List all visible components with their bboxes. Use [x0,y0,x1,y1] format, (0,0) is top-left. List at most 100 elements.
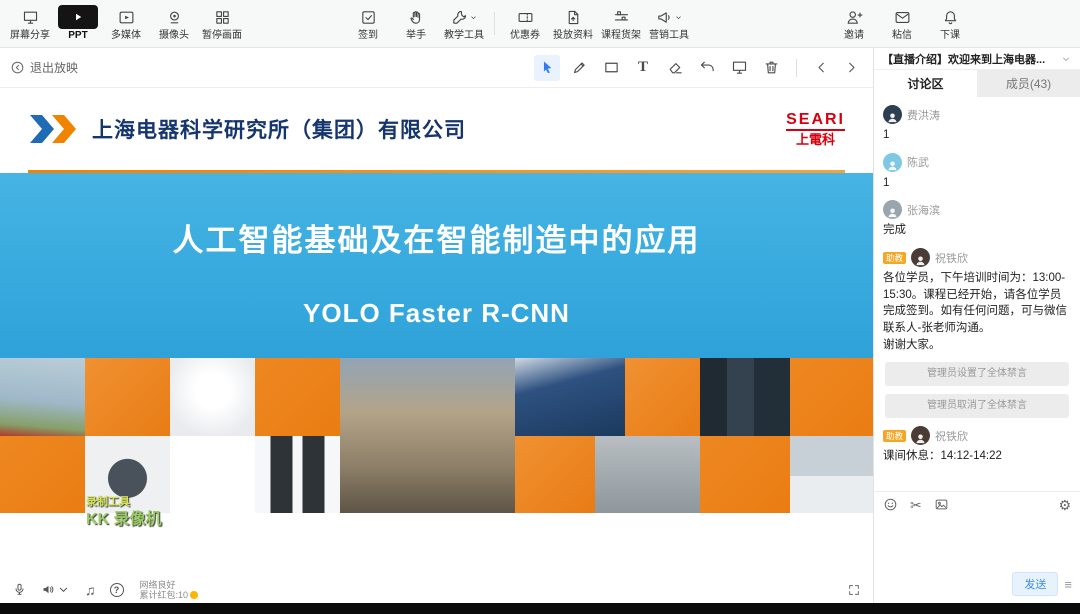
materials-icon [565,6,582,28]
multimedia-button[interactable]: 多媒体 [102,0,150,47]
person-icon [886,159,899,172]
seari-logo: SEARI 上電科 [786,111,845,148]
board-icon [731,59,748,76]
test-chamber-photo [595,436,700,513]
connection-info: 网络良好 累计红包:10 [140,580,199,600]
rectangle-icon [603,59,620,76]
sticky-message-label: 粘信 [892,30,912,41]
materials-label: 投放资料 [553,30,593,41]
electrical-equipment-photo [700,358,790,436]
chat-settings-button[interactable]: ⚙ [1058,498,1071,512]
top-toolbar: 屏幕分享 PPT 多媒体 摄像头 暂停画面 签到 [0,0,1080,48]
solar-panel-photo [515,358,625,436]
delete-annotation-tool[interactable] [758,55,784,81]
eraser-tool[interactable] [662,55,688,81]
coupon-label: 优惠券 [510,30,540,41]
music-button[interactable]: ♫ [85,583,96,597]
live-class-window: 屏幕分享 PPT 多媒体 摄像头 暂停画面 签到 [0,0,1080,614]
assistant-badge: 助教 [883,252,906,264]
exit-presentation-label: 退出放映 [30,59,78,76]
raise-hand-button[interactable]: 举手 [392,0,440,47]
speaker-button[interactable] [41,582,71,597]
toolbar-group-media: 屏幕分享 PPT 多媒体 摄像头 暂停画面 [6,0,246,47]
screen-share-label: 屏幕分享 [10,30,50,41]
system-notice: 管理员设置了全体禁言 [885,362,1069,386]
emoji-button[interactable] [883,497,898,512]
end-class-icon [942,6,959,28]
text-tool[interactable]: T [630,55,656,81]
send-button[interactable]: 发送 [1012,572,1058,596]
photo-collage [0,358,873,513]
send-options-icon[interactable]: ≡ [1064,577,1072,592]
company-name: 上海电器科学研究所（集团）有限公司 [92,114,466,144]
robot-photo [170,358,255,436]
invite-button[interactable]: 邀请 [830,0,878,47]
board-tool[interactable] [726,55,752,81]
next-page-arrow[interactable] [839,56,863,80]
toolbar-separator [796,59,797,77]
teaching-tools-icon [451,9,468,26]
marketing-tools-button[interactable]: 营销工具 [645,0,693,47]
chevron-left-icon [813,59,830,76]
sidebar-tabs: 讨论区 成员(43) [874,70,1080,97]
toolbar-group-session: 邀请 粘信 下课 [830,0,974,47]
undo-tool[interactable] [694,55,720,81]
screen-share-button[interactable]: 屏幕分享 [6,0,54,47]
teaching-tools-button[interactable]: 教学工具 [440,0,488,47]
materials-button[interactable]: 投放资料 [549,0,597,47]
message-text: 各位学员，下午培训时间为：13:00-15:30。课程已经开始，请各位学员完成签… [883,270,1071,353]
exit-presentation-icon [10,60,25,75]
chat-message: 助教 祝铁欣 各位学员，下午培训时间为：13:00-15:30。课程已经开始，请… [883,248,1071,353]
collapse-sidebar-button[interactable] [1060,53,1072,65]
coupon-button[interactable]: 优惠券 [501,0,549,47]
toolbar-group-teaching: 签到 举手 教学工具 优惠券 投放资料 课程货架 [344,0,693,47]
rectangle-tool[interactable] [598,55,624,81]
chat-message-list[interactable]: 费洪涛 1 陈武 1 张海滨 完成 [874,97,1080,491]
message-text: 完成 [883,222,1071,239]
course-shelf-button[interactable]: 课程货架 [597,0,645,47]
chat-message: 助教 祝铁欣 课间休息：14:12-14:22 [883,426,1071,465]
avatar [883,105,902,124]
assistant-badge: 助教 [883,430,906,442]
course-shelf-label: 课程货架 [601,30,641,41]
red-packet-count: 累计红包:10 [140,590,189,600]
mail-icon [894,6,911,28]
tab-members[interactable]: 成员(43) [977,70,1080,97]
help-button[interactable]: ? [110,583,124,597]
tab-discussion[interactable]: 讨论区 [874,70,977,97]
car-photo [790,436,873,513]
ppt-button[interactable]: PPT [54,0,102,47]
microphone-button[interactable] [12,582,27,597]
sender-name: 张海滨 [907,202,940,218]
message-text: 1 [883,175,1071,192]
annotation-toolbar: T [534,55,863,81]
chat-message: 陈武 1 [883,153,1071,192]
end-class-button[interactable]: 下课 [926,0,974,47]
camera-button[interactable]: 摄像头 [150,0,198,47]
sticky-message-button[interactable]: 粘信 [878,0,926,47]
ppt-label: PPT [68,30,87,41]
slide-title-banner: 人工智能基础及在智能制造中的应用 YOLO Faster R-CNN [0,173,873,358]
chevron-down-icon [56,582,71,597]
invite-label: 邀请 [844,30,864,41]
text-tool-icon: T [638,59,648,76]
composer-toolbar: ✂ ⚙ [874,492,1080,517]
pen-tool[interactable] [566,55,592,81]
cursor-tool[interactable] [534,55,560,81]
scissors-button[interactable]: ✂ [910,498,922,512]
prev-page-arrow[interactable] [809,56,833,80]
slide-title: 人工智能基础及在智能制造中的应用 [173,215,701,260]
microphone-icon [12,582,27,597]
message-text: 1 [883,127,1071,144]
pause-screen-button[interactable]: 暂停画面 [198,0,246,47]
chat-input[interactable] [874,517,1080,572]
sidebar-header: 【直播介绍】欢迎来到上海电器... [874,48,1080,70]
exit-presentation-button[interactable]: 退出放映 [10,59,78,76]
marketing-tools-icon [656,9,673,26]
person-icon [914,254,927,267]
music-icon: ♫ [85,583,96,597]
camera-label: 摄像头 [159,30,189,41]
check-in-button[interactable]: 签到 [344,0,392,47]
fullscreen-button[interactable] [847,583,861,597]
image-button[interactable] [934,497,949,512]
